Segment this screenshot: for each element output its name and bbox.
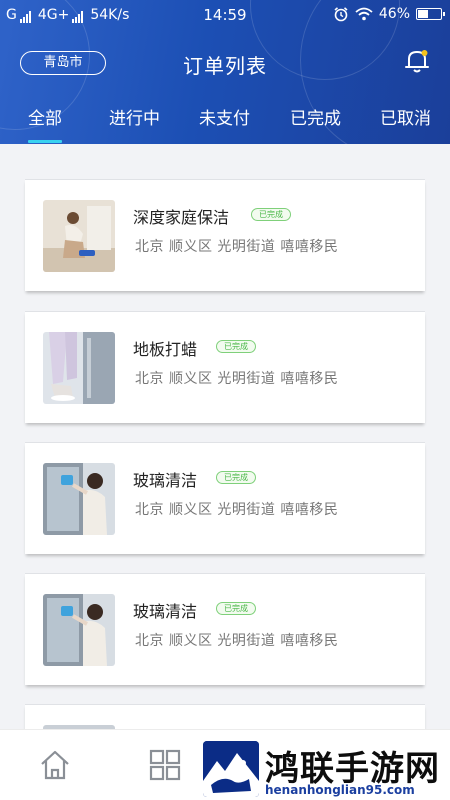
wifi-icon bbox=[355, 7, 373, 21]
order-address: 北京 顺义区 光明街道 嘻嘻移民 bbox=[135, 633, 339, 649]
order-title: 玻璃清洁 bbox=[133, 602, 198, 621]
order-card[interactable]: 玻璃清洁 已完成 北京 顺义区 光明街道 嘻嘻移民 bbox=[25, 573, 425, 685]
order-title: 地板打蜡 bbox=[133, 340, 198, 359]
tab-cancelled[interactable]: 已取消 bbox=[380, 104, 431, 129]
order-thumbnail bbox=[43, 463, 115, 535]
battery-icon bbox=[416, 8, 445, 20]
order-title: 深度家庭保洁 bbox=[133, 208, 230, 227]
home-icon[interactable] bbox=[38, 748, 72, 782]
order-address: 北京 顺义区 光明街道 嘻嘻移民 bbox=[135, 239, 339, 255]
tab-unpaid[interactable]: 未支付 bbox=[199, 104, 250, 129]
order-list[interactable]: 深度家庭保洁 已完成 北京 顺义区 光明街道 嘻嘻移民 地板打蜡 已完成 北京 … bbox=[0, 144, 450, 729]
order-address: 北京 顺义区 光明街道 嘻嘻移民 bbox=[135, 502, 339, 518]
order-thumbnail bbox=[43, 594, 115, 666]
watermark: 鸿联手游网 henanhonglian95.com bbox=[203, 741, 450, 800]
bell-icon[interactable] bbox=[402, 46, 432, 76]
tab-in-progress[interactable]: 进行中 bbox=[109, 104, 160, 129]
status-bar: G 4G+ 54K/s 14:59 46% bbox=[0, 0, 450, 32]
status-badge: 已完成 bbox=[216, 471, 256, 484]
status-badge: 已完成 bbox=[216, 602, 256, 615]
battery-percent: 46% bbox=[378, 6, 410, 22]
order-thumbnail bbox=[43, 332, 115, 404]
status-badge: 已完成 bbox=[251, 208, 291, 221]
grid-icon[interactable] bbox=[148, 748, 182, 782]
status-right: 46% bbox=[333, 6, 445, 22]
order-thumbnail bbox=[43, 200, 115, 272]
order-card[interactable]: 深度家庭保洁 已完成 北京 顺义区 光明街道 嘻嘻移民 bbox=[25, 179, 425, 291]
app-header: G 4G+ 54K/s 14:59 46% 青岛市 订单列表 全部 进行中 未支… bbox=[0, 0, 450, 144]
active-tab-indicator bbox=[28, 140, 62, 143]
status-badge: 已完成 bbox=[216, 340, 256, 353]
order-address: 北京 顺义区 光明街道 嘻嘻移民 bbox=[135, 371, 339, 387]
order-card[interactable] bbox=[25, 704, 425, 729]
order-card[interactable]: 玻璃清洁 已完成 北京 顺义区 光明街道 嘻嘻移民 bbox=[25, 442, 425, 554]
order-status-tabs: 全部 进行中 未支付 已完成 已取消 bbox=[0, 104, 450, 144]
page-title: 订单列表 bbox=[183, 54, 267, 78]
battery-fill bbox=[418, 10, 428, 18]
watermark-logo bbox=[203, 741, 259, 797]
tab-all[interactable]: 全部 bbox=[28, 104, 62, 129]
order-card[interactable]: 地板打蜡 已完成 北京 顺义区 光明街道 嘻嘻移民 bbox=[25, 311, 425, 423]
watermark-url: henanhonglian95.com bbox=[265, 783, 415, 797]
alarm-icon bbox=[334, 7, 348, 22]
tab-completed[interactable]: 已完成 bbox=[290, 104, 341, 129]
order-title: 玻璃清洁 bbox=[133, 471, 198, 490]
